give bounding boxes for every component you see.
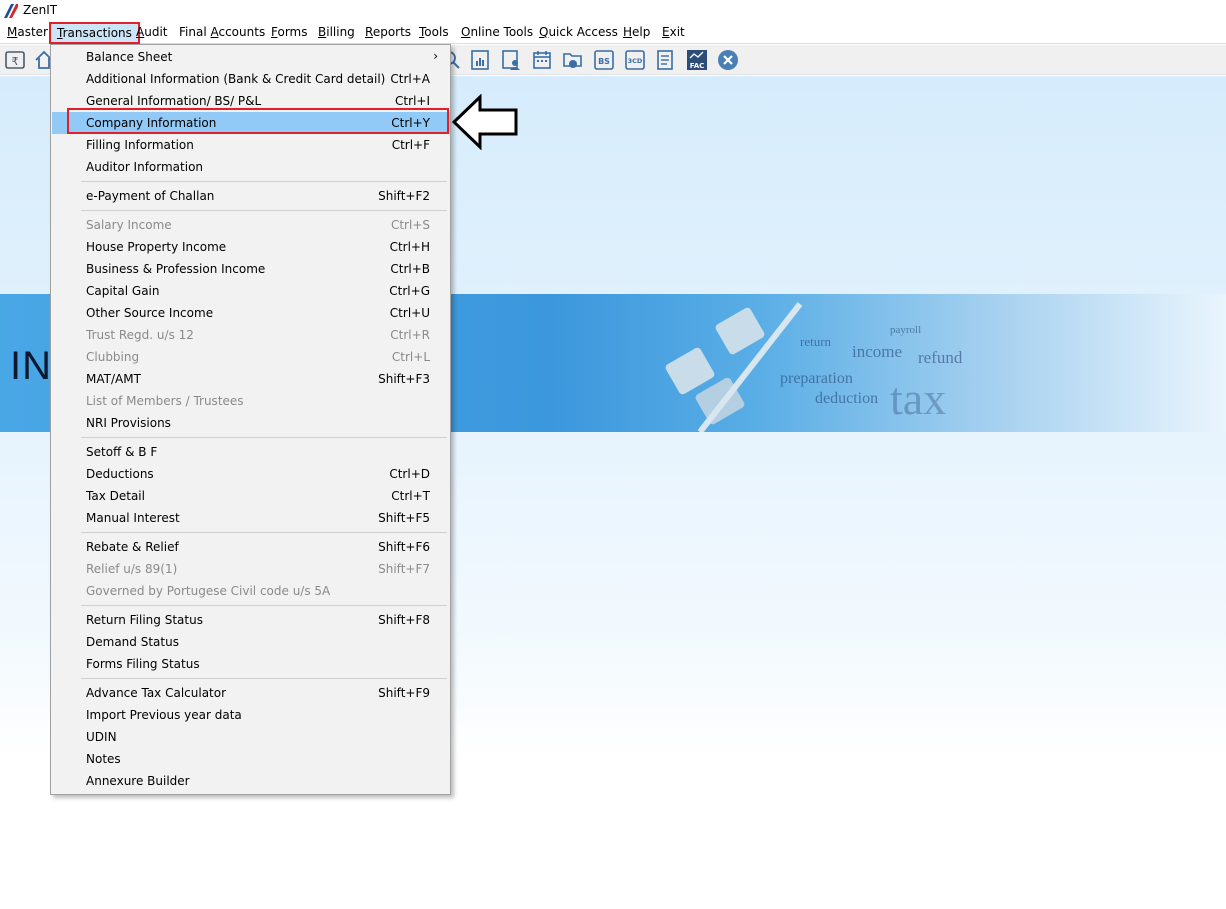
- app-title: ZenIT: [23, 3, 58, 17]
- menu-item-filling-information[interactable]: Filling Information Ctrl+F: [52, 134, 450, 156]
- rupee-icon[interactable]: ₹: [4, 49, 26, 71]
- transactions-dropdown-menu: Balance Sheet › Additional Information (B…: [50, 44, 451, 795]
- menu-item-governed-by-portugese-civil-code: Governed by Portugese Civil code u/s 5A: [86, 584, 331, 598]
- menu-item-salary-income: Salary Income Ctrl+S: [86, 218, 430, 232]
- bs-icon[interactable]: BS: [593, 49, 615, 71]
- menu-item-manual-interest[interactable]: Manual Interest Shift+F5: [52, 507, 450, 529]
- menu-item-rebate-relief[interactable]: Rebate & Relief Shift+F6: [52, 536, 450, 558]
- menu-final-accounts[interactable]: Final Accounts: [179, 25, 265, 39]
- banner-word: deduction: [815, 390, 879, 407]
- submenu-arrow-icon: ›: [433, 49, 438, 63]
- menu-quick-access[interactable]: Quick Access: [539, 25, 618, 39]
- menu-item-list-of-members-trustees: List of Members / Trustees: [86, 394, 244, 408]
- menu-billing[interactable]: Billing: [318, 25, 355, 39]
- menu-item-additional-information[interactable]: Additional Information (Bank & Credit Ca…: [52, 68, 450, 90]
- menu-item-balance-sheet[interactable]: Balance Sheet ›: [52, 46, 450, 68]
- menu-separator: [81, 678, 447, 679]
- 3cd-icon-text: 3CD: [628, 57, 643, 65]
- menu-forms[interactable]: Forms: [271, 25, 308, 39]
- menu-item-capital-gain[interactable]: Capital Gain Ctrl+G: [52, 280, 450, 302]
- menu-master[interactable]: Master: [7, 25, 48, 39]
- menu-item-nri-provisions[interactable]: NRI Provisions: [52, 412, 450, 434]
- menu-item-business-profession-income[interactable]: Business & Profession Income Ctrl+B: [52, 258, 450, 280]
- menu-item-return-filing-status[interactable]: Return Filing Status Shift+F8: [52, 609, 450, 631]
- calculator-keys-graphic: [665, 302, 803, 432]
- menu-item-annexure-builder[interactable]: Annexure Builder: [52, 770, 450, 792]
- banner-word: return: [800, 334, 832, 349]
- menu-separator: [81, 181, 447, 182]
- menu-help[interactable]: Help: [623, 25, 650, 39]
- banner-word: preparation: [780, 370, 853, 387]
- menu-audit[interactable]: Audit: [136, 25, 167, 39]
- 3cd-icon[interactable]: 3CD: [624, 49, 646, 71]
- menu-tools[interactable]: Tools: [419, 25, 449, 39]
- menu-item-notes[interactable]: Notes: [52, 748, 450, 770]
- menu-reports[interactable]: Reports: [365, 25, 411, 39]
- menu-bar: Master Transactions Audit Final Accounts…: [0, 22, 1226, 44]
- menu-online-tools[interactable]: Online Tools: [461, 25, 533, 39]
- menu-item-auditor-information[interactable]: Auditor Information: [52, 156, 450, 178]
- fac-icon[interactable]: FAC: [686, 49, 708, 71]
- report-icon[interactable]: [469, 49, 491, 71]
- menu-item-mat-amt[interactable]: MAT/AMT Shift+F3: [52, 368, 450, 390]
- menu-item-relief-89-1: Relief u/s 89(1) Shift+F7: [86, 562, 430, 576]
- calendar-icon[interactable]: [531, 49, 553, 71]
- menu-item-demand-status[interactable]: Demand Status: [52, 631, 450, 653]
- title-bar: ZenIT: [0, 0, 1226, 22]
- banner-word: income: [852, 342, 903, 361]
- zenit-logo-icon: [4, 4, 18, 18]
- menu-item-house-property-income[interactable]: House Property Income Ctrl+H: [52, 236, 450, 258]
- menu-separator: [81, 437, 447, 438]
- document-icon[interactable]: [655, 49, 677, 71]
- menu-item-import-previous-year-data[interactable]: Import Previous year data: [52, 704, 450, 726]
- menu-item-udin[interactable]: UDIN: [52, 726, 450, 748]
- menu-item-clubbing: Clubbing Ctrl+L: [86, 350, 430, 364]
- close-circle-icon[interactable]: [717, 49, 739, 71]
- fac-icon-text: FAC: [690, 62, 705, 70]
- menu-item-advance-tax-calculator[interactable]: Advance Tax Calculator Shift+F9: [52, 682, 450, 704]
- user-form-icon[interactable]: [500, 49, 522, 71]
- annotation-highlight-box: [67, 108, 449, 134]
- menu-item-trust-regd: Trust Regd. u/s 12 Ctrl+R: [86, 328, 430, 342]
- menu-item-other-source-income[interactable]: Other Source Income Ctrl+U: [52, 302, 450, 324]
- bs-icon-text: BS: [598, 57, 610, 66]
- menu-transactions[interactable]: Transactions: [49, 22, 140, 44]
- banner-word: tax: [890, 373, 947, 424]
- banner-word: refund: [918, 348, 963, 367]
- menu-separator: [81, 532, 447, 533]
- annotation-arrow-icon: [452, 94, 518, 150]
- menu-item-e-payment-of-challan[interactable]: e-Payment of Challan Shift+F2: [52, 185, 450, 207]
- folder-icon[interactable]: [562, 49, 584, 71]
- banner-word: payroll: [890, 324, 922, 336]
- menu-separator: [81, 605, 447, 606]
- menu-item-deductions[interactable]: Deductions Ctrl+D: [52, 463, 450, 485]
- menu-item-forms-filing-status[interactable]: Forms Filing Status: [52, 653, 450, 675]
- svg-text:₹: ₹: [12, 55, 19, 68]
- menu-item-tax-detail[interactable]: Tax Detail Ctrl+T: [52, 485, 450, 507]
- menu-item-setoff-bf[interactable]: Setoff & B F: [52, 441, 450, 463]
- menu-exit[interactable]: Exit: [662, 25, 685, 39]
- menu-separator: [81, 210, 447, 211]
